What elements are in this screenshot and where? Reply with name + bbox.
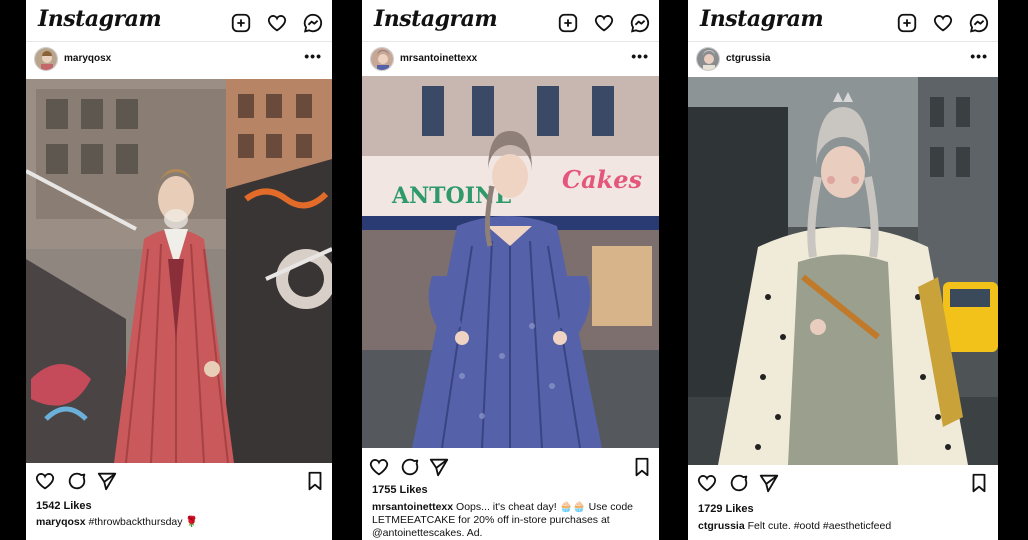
messenger-icon[interactable] xyxy=(968,12,990,34)
more-options-icon[interactable]: ••• xyxy=(970,48,988,64)
comment-icon[interactable] xyxy=(728,472,750,494)
app-header: Instagram xyxy=(688,0,998,42)
heart-icon[interactable] xyxy=(593,12,615,34)
bookmark-icon[interactable] xyxy=(631,456,653,478)
like-icon[interactable] xyxy=(34,470,56,492)
post-header: mrsantoinettexx ••• xyxy=(362,42,659,78)
bookmark-icon[interactable] xyxy=(304,470,326,492)
post-actions xyxy=(362,452,659,482)
avatar[interactable] xyxy=(34,47,58,71)
more-options-icon[interactable]: ••• xyxy=(631,48,649,64)
post-actions xyxy=(26,466,332,496)
more-options-icon[interactable]: ••• xyxy=(304,48,322,64)
app-header: Instagram xyxy=(362,0,659,42)
like-count[interactable]: 1755 Likes xyxy=(372,484,428,496)
caption-username[interactable]: mrsantoinettexx xyxy=(372,501,453,513)
post-username[interactable]: ctgrussia xyxy=(726,53,770,64)
messenger-icon[interactable] xyxy=(302,12,324,34)
post-username[interactable]: mrsantoinettexx xyxy=(400,53,477,64)
avatar[interactable] xyxy=(696,47,720,71)
like-icon[interactable] xyxy=(368,456,390,478)
like-count[interactable]: 1729 Likes xyxy=(698,503,754,515)
post-caption: ctgrussia Felt cute. #ootd #aestheticfee… xyxy=(698,520,988,533)
app-header: Instagram xyxy=(26,0,332,42)
caption-text: Felt cute. #ootd #aestheticfeed xyxy=(747,520,892,532)
share-icon[interactable] xyxy=(758,472,780,494)
post-image[interactable] xyxy=(688,77,998,465)
instagram-logo[interactable]: Instagram xyxy=(374,6,498,32)
share-icon[interactable] xyxy=(96,470,118,492)
post-header: ctgrussia ••• xyxy=(688,42,998,78)
post-username[interactable]: maryqosx xyxy=(64,53,111,64)
post-actions xyxy=(688,468,998,498)
instagram-logo[interactable]: Instagram xyxy=(38,6,162,32)
post-card-2: Instagram mrsantoinettexx ••• ANTOINE Ca… xyxy=(362,0,659,540)
bookmark-icon[interactable] xyxy=(968,472,990,494)
new-post-icon[interactable] xyxy=(896,12,918,34)
heart-icon[interactable] xyxy=(266,12,288,34)
post-card-1: Instagram maryqosx ••• 1542 Likes maryqo… xyxy=(26,0,332,540)
post-header: maryqosx ••• xyxy=(26,42,332,78)
post-caption: maryqosx #throwbackthursday 🌹 xyxy=(36,516,322,529)
comment-icon[interactable] xyxy=(399,456,421,478)
post-caption: mrsantoinettexx Oops... it's cheat day! … xyxy=(372,501,649,540)
share-icon[interactable] xyxy=(428,456,450,478)
heart-icon[interactable] xyxy=(932,12,954,34)
caption-username[interactable]: ctgrussia xyxy=(698,520,745,532)
like-count[interactable]: 1542 Likes xyxy=(36,500,92,512)
comment-icon[interactable] xyxy=(66,470,88,492)
post-card-3: Instagram ctgrussia ••• 1729 Likes ctgru… xyxy=(688,0,998,540)
caption-text: #throwbackthursday 🌹 xyxy=(88,516,199,528)
messenger-icon[interactable] xyxy=(629,12,651,34)
caption-username[interactable]: maryqosx xyxy=(36,516,86,528)
new-post-icon[interactable] xyxy=(557,12,579,34)
post-image[interactable]: ANTOINE Cakes xyxy=(362,76,659,448)
instagram-logo[interactable]: Instagram xyxy=(700,6,824,32)
post-image[interactable] xyxy=(26,79,332,463)
new-post-icon[interactable] xyxy=(230,12,252,34)
avatar[interactable] xyxy=(370,47,394,71)
svg-text:Cakes: Cakes xyxy=(562,165,643,194)
like-icon[interactable] xyxy=(696,472,718,494)
